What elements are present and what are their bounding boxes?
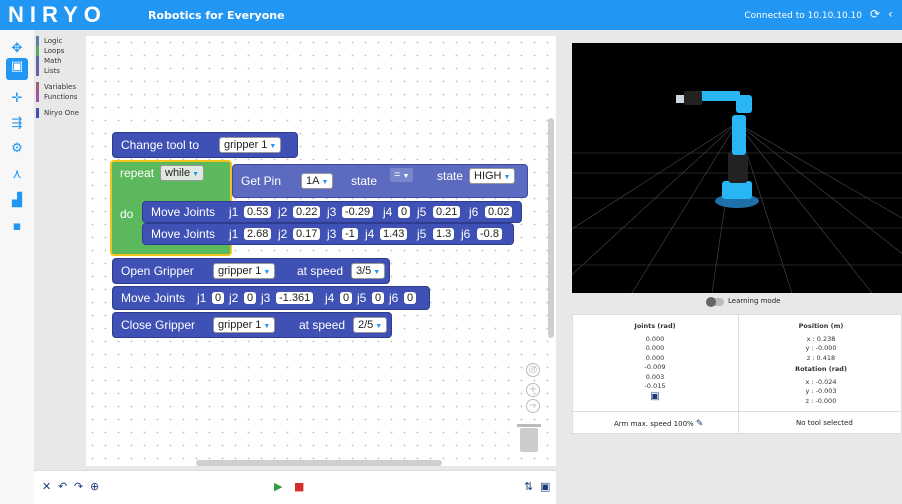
connection-status: Connected to 10.10.10.10: [744, 11, 862, 21]
tool-status: No tool selected: [796, 419, 853, 427]
redo-icon[interactable]: ↷: [74, 481, 83, 493]
tool-icon-bar: ✥ ▣ ✛ ⇶ ⚙ ⋏ ▟ ▪: [0, 30, 34, 504]
category-niryo-one[interactable]: Niryo One: [34, 108, 86, 118]
joint-value-input[interactable]: -1: [342, 228, 358, 240]
divider: [738, 314, 739, 434]
move-joints-block-1[interactable]: Move Joints j1 0.53 j2 0.22 j3 -0.29 j4 …: [142, 201, 522, 223]
joint-value-input[interactable]: 0.02: [485, 206, 513, 218]
stop-icon[interactable]: ■: [294, 481, 304, 493]
blocks-icon[interactable]: ▣: [6, 58, 28, 80]
gripper-dropdown[interactable]: gripper 1 ▼: [213, 263, 276, 279]
workspace-horizontal-scrollbar[interactable]: [196, 460, 442, 466]
move-joints-block-2[interactable]: Move Joints j1 2.68 j2 0.17 j3 -1 j4 1.4…: [142, 223, 514, 245]
change-tool-block[interactable]: Change tool to gripper 1 ▼: [112, 132, 298, 158]
zoom-out-icon[interactable]: −: [526, 399, 540, 413]
speed-dropdown[interactable]: 2/5 ▼: [353, 317, 388, 333]
top-bar: NIRYO Robotics for Everyone Connected to…: [0, 0, 902, 30]
gripper-dropdown[interactable]: gripper 1 ▼: [213, 317, 276, 333]
niryo-logo: NIRYO: [8, 2, 107, 27]
move-joints-block-3[interactable]: Move Joints j1 0 j2 0 j3 -1.361 j4 0 j5 …: [112, 286, 430, 310]
recenter-icon[interactable]: ◎: [526, 363, 540, 377]
factory-icon[interactable]: ▟: [8, 192, 26, 210]
category-lists[interactable]: Lists: [34, 66, 86, 76]
joint-value-input[interactable]: 2.68: [244, 228, 272, 240]
joint-value-input[interactable]: 0.17: [293, 228, 321, 240]
robot-3d-scene: [471, 91, 902, 294]
category-loops[interactable]: Loops: [34, 46, 86, 56]
block-categories: Logic Loops Math Lists Variables Functio…: [34, 36, 86, 118]
joint-value-input[interactable]: 0: [372, 292, 385, 304]
category-logic[interactable]: Logic: [34, 36, 86, 46]
arm-speed-setting[interactable]: Arm max. speed 100% ✎: [614, 419, 703, 429]
tool-dropdown[interactable]: gripper 1 ▼: [219, 137, 282, 153]
chevron-left-icon[interactable]: ‹: [888, 7, 893, 21]
zoom-in-icon[interactable]: +: [526, 383, 540, 397]
compare-operator-dropdown[interactable]: = ▼: [389, 167, 415, 183]
joint-value-input[interactable]: 0: [398, 206, 411, 218]
arm-icon[interactable]: ⋏: [8, 166, 26, 184]
add-icon[interactable]: ⊕: [90, 481, 99, 493]
category-math[interactable]: Math: [34, 56, 86, 66]
repeat-mode-dropdown[interactable]: while ▼: [160, 165, 205, 181]
divider: [572, 411, 902, 412]
pin-dropdown[interactable]: 1A ▼: [301, 173, 334, 189]
move-icon[interactable]: ✥: [8, 40, 26, 58]
sequence-icon[interactable]: ⇶: [8, 115, 26, 133]
joint-value-input[interactable]: 1.43: [380, 228, 408, 240]
joint-value-input[interactable]: 0: [340, 292, 353, 304]
joint-value-input[interactable]: -0.29: [342, 206, 374, 218]
save-icon[interactable]: ▣: [540, 481, 550, 493]
close-gripper-block[interactable]: Close Gripper gripper 1 ▼ at speed 2/5 ▼: [112, 312, 392, 338]
joint-value-input[interactable]: 1.3: [433, 228, 455, 240]
joints-column: Joints (rad) 0.000 0.000 0.000 -0.009 0.…: [600, 322, 710, 401]
joint-value-input[interactable]: 0.22: [293, 206, 321, 218]
trash-icon[interactable]: [517, 424, 541, 452]
refresh-icon[interactable]: ⟳: [870, 7, 880, 21]
category-functions[interactable]: Functions: [34, 92, 86, 102]
joint-value-input[interactable]: 0: [404, 292, 417, 304]
joint-value-input[interactable]: 0: [244, 292, 257, 304]
speed-dropdown[interactable]: 3/5 ▼: [351, 263, 386, 279]
open-gripper-block[interactable]: Open Gripper gripper 1 ▼ at speed 3/5 ▼: [112, 258, 390, 284]
workspace-vertical-scrollbar[interactable]: [548, 118, 554, 338]
undo-icon[interactable]: ↶: [58, 481, 67, 493]
toggle-switch[interactable]: [706, 297, 724, 307]
joint-value-input[interactable]: 0.21: [433, 206, 461, 218]
robot-3d-viewer[interactable]: [471, 43, 902, 294]
joint-value-input[interactable]: 0.53: [244, 206, 272, 218]
category-variables[interactable]: Variables: [34, 82, 86, 92]
chat-icon[interactable]: ▪: [8, 218, 26, 236]
joint-value-input[interactable]: 0: [212, 292, 225, 304]
robot-arm-model: [676, 91, 759, 208]
tagline: Robotics for Everyone: [148, 9, 285, 22]
save-joints-icon[interactable]: ▣: [600, 391, 710, 402]
joint-value-input[interactable]: -1.361: [276, 292, 314, 304]
play-icon[interactable]: ▶: [274, 481, 282, 493]
joystick-icon[interactable]: ✛: [8, 90, 26, 108]
joint-value-input[interactable]: -0.8: [477, 228, 502, 240]
editor-bottom-bar: ✕ ↶ ↷ ⊕ ▶ ■ ⇅ ▣: [34, 470, 556, 504]
clear-icon[interactable]: ✕: [42, 481, 51, 493]
pencil-icon[interactable]: ✎: [696, 419, 704, 429]
settings-icon[interactable]: ⚙: [8, 140, 26, 158]
position-column: Position (m) x : 0.238 y : -0.000 z : 0.…: [795, 322, 847, 405]
state-dropdown[interactable]: HIGH ▼: [469, 168, 516, 184]
condition-block[interactable]: Get Pin 1A ▼ state = ▼ state HIGH ▼: [232, 164, 528, 198]
sort-icon[interactable]: ⇅: [524, 481, 533, 493]
